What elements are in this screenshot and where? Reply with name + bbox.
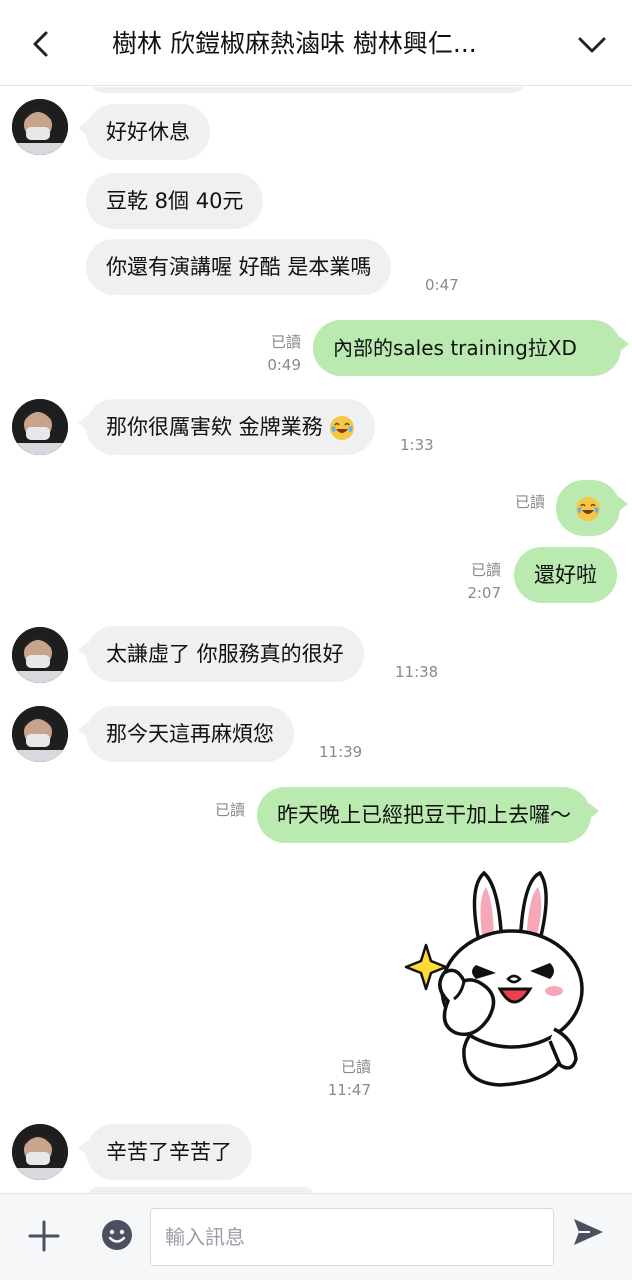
message-text: 昨天晚上已經把豆干加上去囉～ xyxy=(277,803,571,827)
message-input-bar xyxy=(0,1193,632,1280)
laughing-emoji-icon xyxy=(576,497,600,521)
chat-title[interactable]: 樹林 欣鎧椒麻熱滷味 樹林興仁... xyxy=(112,24,512,64)
message-bubble-outgoing[interactable]: 昨天晚上已經把豆干加上去囉～ xyxy=(257,787,599,843)
smiley-icon[interactable] xyxy=(100,1218,134,1252)
message-bubble-incoming[interactable]: 辛苦了辛苦了 xyxy=(78,1124,252,1180)
message-time: 0:49 xyxy=(267,356,301,374)
contact-avatar[interactable] xyxy=(12,627,68,683)
message-bubble-outgoing[interactable] xyxy=(556,480,628,536)
send-icon[interactable] xyxy=(570,1214,606,1250)
message-bubble-outgoing[interactable]: 還好啦 xyxy=(514,547,617,603)
message-list[interactable]: 好好休息 豆乾 8個 40元 你還有演講喔 好酷 是本業嗎 0:47 已讀 0:… xyxy=(0,87,632,1193)
read-receipt: 已讀 xyxy=(514,493,545,511)
message-bubble-outgoing[interactable]: 內部的sales training拉XD xyxy=(313,320,629,376)
message-text: 內部的sales training拉XD xyxy=(333,336,577,360)
message-time: 11:47 xyxy=(327,1081,371,1099)
chevron-down-icon[interactable] xyxy=(570,24,614,64)
message-time: 11:39 xyxy=(319,743,363,761)
message-text: 你還有演講喔 好酷 是本業嗎 xyxy=(106,255,372,279)
contact-avatar[interactable] xyxy=(12,399,68,455)
message-text: 太謙虛了 你服務真的很好 xyxy=(106,642,344,666)
message-time: 0:47 xyxy=(425,276,459,294)
message-bubble-incoming[interactable]: 太謙虛了 你服務真的很好 xyxy=(78,626,364,682)
plus-icon[interactable] xyxy=(26,1218,62,1254)
read-receipt: 已讀 xyxy=(270,333,301,351)
message-bubble-incoming[interactable]: 那你很厲害欸 金牌業務 xyxy=(77,399,376,455)
contact-avatar[interactable] xyxy=(12,706,68,762)
contact-avatar[interactable] xyxy=(12,1124,68,1180)
message-text: 辛苦了辛苦了 xyxy=(106,1140,232,1164)
bunny-thumbs-up-sticker[interactable] xyxy=(404,869,600,1089)
message-bubble-incoming[interactable]: 你還有演講喔 好酷 是本業嗎 xyxy=(86,239,392,295)
message-bubble-incoming[interactable]: 好好休息 xyxy=(78,104,210,160)
message-time: 1:33 xyxy=(400,436,434,454)
read-receipt: 已讀 xyxy=(214,801,245,819)
message-time: 11:38 xyxy=(395,663,439,681)
read-receipt: 已讀 xyxy=(470,561,501,579)
chat-header: 樹林 欣鎧椒麻熱滷味 樹林興仁... xyxy=(0,0,632,86)
read-receipt: 已讀 xyxy=(340,1058,371,1076)
message-input[interactable] xyxy=(150,1208,554,1266)
message-bubble-incoming[interactable]: 豆乾 8個 40元 xyxy=(86,173,264,229)
laughing-emoji-icon xyxy=(330,416,355,440)
message-text: 還好啦 xyxy=(534,563,597,587)
message-text: 豆乾 8個 40元 xyxy=(106,189,244,213)
message-text: 那你很厲害欸 金牌業務 xyxy=(106,415,323,439)
message-text: 那今天這再麻煩您 xyxy=(106,722,274,746)
back-chevron-icon[interactable] xyxy=(22,24,62,64)
message-bubble-incoming[interactable]: 那今天這再麻煩您 xyxy=(78,706,294,762)
message-text: 好好休息 xyxy=(106,120,190,144)
contact-avatar[interactable] xyxy=(12,99,68,155)
message-time: 2:07 xyxy=(467,584,501,602)
partial-message-bubble xyxy=(88,87,528,93)
